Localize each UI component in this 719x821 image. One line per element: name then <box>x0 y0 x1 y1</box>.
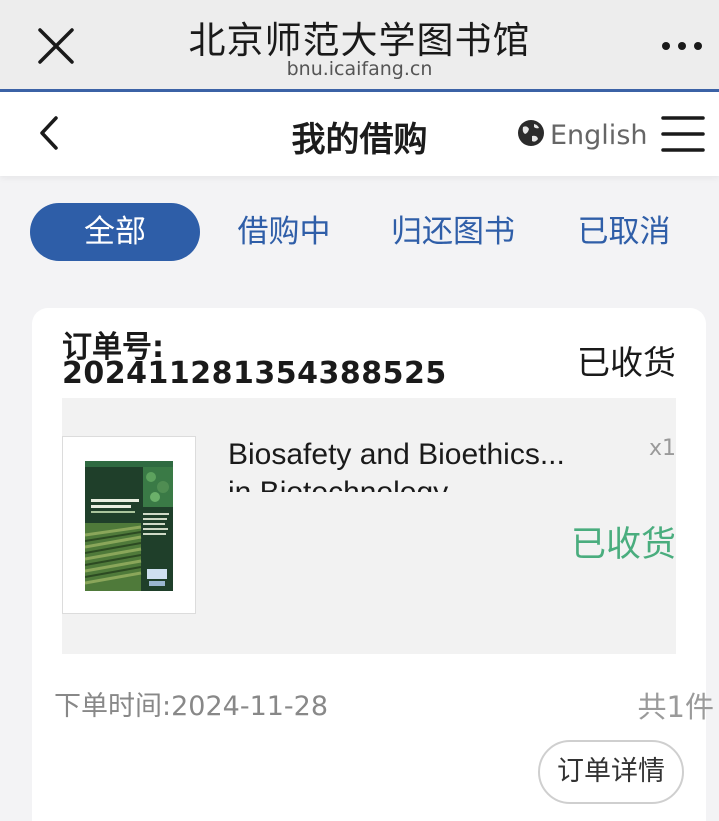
book-title: Biosafety and Bioethics... in Biotechnol… <box>228 438 565 492</box>
globe-icon <box>516 118 546 152</box>
hamburger-menu-icon[interactable] <box>660 112 706 156</box>
book-cover-image <box>85 461 173 591</box>
order-status: 已收货 <box>577 343 676 382</box>
app-header: 我的借购 English <box>0 92 719 176</box>
tab-returned[interactable]: 归还图书 <box>378 203 528 261</box>
browser-title: 北京师范大学图书馆 <box>188 19 531 62</box>
browser-bar: 北京师范大学图书馆 bnu.icaifang.cn <box>0 0 719 90</box>
tab-all[interactable]: 全部 <box>30 203 200 261</box>
order-time: 下单时间:2024-11-28 <box>54 691 329 722</box>
language-label: English <box>550 119 648 151</box>
order-number: 202411281354388525 <box>62 356 447 391</box>
order-item[interactable]: Biosafety and Bioethics... in Biotechnol… <box>62 398 676 654</box>
order-filter-tabs: 全部 借购中 归还图书 已取消 <box>0 203 719 263</box>
order-item-count: 共1件 <box>637 690 714 724</box>
browser-url: bnu.icaifang.cn <box>286 58 433 80</box>
order-detail-button[interactable]: 订单详情 <box>538 740 684 804</box>
order-card[interactable]: 订单号: 202411281354388525 已收货 Biosafety an… <box>32 308 714 821</box>
item-status: 已收货 <box>570 525 676 565</box>
item-quantity: x1 <box>648 436 676 461</box>
book-cover <box>62 436 196 614</box>
tab-cancelled[interactable]: 已取消 <box>562 203 686 261</box>
more-horizontal-icon[interactable] <box>656 32 708 60</box>
tab-borrowing[interactable]: 借购中 <box>222 203 346 261</box>
language-switch[interactable]: English <box>516 118 648 152</box>
